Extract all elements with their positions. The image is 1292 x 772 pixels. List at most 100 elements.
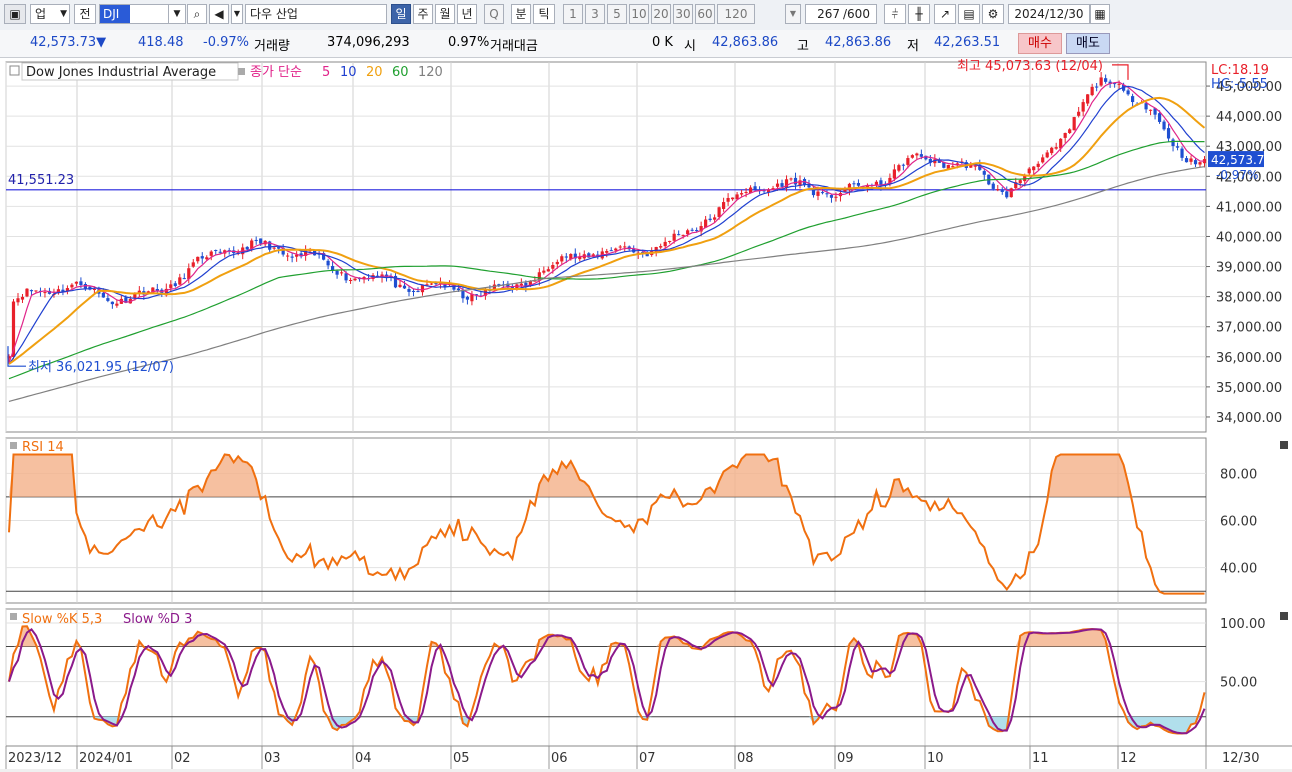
chart-svg[interactable]: 2023/12 2024/01 02 03 04 05 06 07 08 09 10 11 12 12/3… <box>0 58 1292 769</box>
candle-body <box>200 256 204 259</box>
price-y-tick-label: 35,000.00 <box>1216 381 1282 396</box>
candle-body <box>1162 121 1166 130</box>
candle-body <box>1126 90 1130 95</box>
minute-5[interactable]: 5 <box>607 4 627 24</box>
candle-body <box>1148 109 1153 111</box>
symbol-code-input[interactable] <box>99 4 169 24</box>
candle-body <box>429 283 434 285</box>
candle-body <box>587 253 591 258</box>
tab-quarter[interactable]: Q <box>484 4 504 24</box>
calendar-icon[interactable]: ▦ <box>1090 4 1110 24</box>
candle-body <box>793 177 798 185</box>
candle-body <box>996 189 1000 191</box>
tab-minute[interactable]: 분 <box>511 4 531 24</box>
x-tick-label: 08 <box>737 751 754 766</box>
open-label: 시 <box>684 39 696 54</box>
minute-1[interactable]: 1 <box>563 4 583 24</box>
candle-body <box>852 183 856 185</box>
minute-120[interactable]: 120 <box>717 4 755 24</box>
high-value: 42,863.86 <box>825 35 892 50</box>
toolbar: ▣ 업▼ 전 ▼ ⌕ ◀ ▼ 다우 산업 일 주 월 년 Q 분 틱 1 3 5… <box>0 0 1292 31</box>
candle-body <box>259 238 263 244</box>
candle-body <box>744 191 748 193</box>
minute-3[interactable]: 3 <box>585 4 605 24</box>
chart-window-icon[interactable]: ▣ <box>4 4 26 24</box>
search-icon[interactable]: ⌕ <box>187 4 207 24</box>
speaker-dropdown-icon[interactable]: ▼ <box>231 4 243 24</box>
stoch-legend-bullet-icon <box>10 613 17 620</box>
candle-body <box>178 277 182 285</box>
tab-yearly[interactable]: 년 <box>457 4 477 24</box>
candle-body <box>753 186 757 190</box>
chart-area[interactable]: 2023/12 2024/01 02 03 04 05 06 07 08 09 10 11 12 12/3… <box>0 58 1292 769</box>
tab-tick[interactable]: 틱 <box>533 4 555 24</box>
save-icon[interactable]: ▤ <box>958 4 980 24</box>
candle-body <box>420 285 425 293</box>
x-tick-label: 12/30 <box>1222 751 1259 766</box>
minute-10[interactable]: 10 <box>629 4 649 24</box>
count-input[interactable]: 267 <box>805 4 843 24</box>
candle-body <box>730 197 735 200</box>
candle-body <box>218 251 222 253</box>
high-label: 고 <box>797 39 809 54</box>
x-tick-label: 06 <box>551 751 568 766</box>
minute-30[interactable]: 30 <box>673 4 693 24</box>
count-total: /600 <box>843 4 877 24</box>
x-tick-label: 12 <box>1120 751 1137 766</box>
last-price-label: 42,573.73 <box>1211 153 1272 167</box>
candle-body <box>901 164 905 166</box>
tab-weekly[interactable]: 주 <box>413 4 433 24</box>
minute-20[interactable]: 20 <box>651 4 671 24</box>
legend-bullet-icon <box>238 68 245 75</box>
market-label: 업 <box>35 7 47 21</box>
candle-body <box>1099 77 1103 86</box>
settings-gear-icon[interactable]: ⚙ <box>982 4 1004 24</box>
lc-label: LC:18.19 <box>1211 63 1269 78</box>
x-tick-label: 03 <box>264 751 281 766</box>
legend-toggle-icon <box>9 65 20 76</box>
candle-body <box>892 169 896 179</box>
minute-60[interactable]: 60 <box>695 4 715 24</box>
speaker-icon[interactable]: ◀ <box>209 4 229 24</box>
date-input[interactable]: 2024/12/30 <box>1008 4 1090 24</box>
draw-tool-icon[interactable]: ↗ <box>934 4 956 24</box>
candle-body <box>713 217 717 220</box>
candle-body <box>906 158 910 165</box>
buy-button[interactable]: 매수 <box>1018 33 1062 54</box>
candle-body <box>677 234 681 236</box>
symbol-code-field[interactable] <box>100 5 130 23</box>
price-y-tick-label: 36,000.00 <box>1216 351 1282 366</box>
candle-body <box>946 164 950 169</box>
count-dropdown-icon[interactable]: ▼ <box>785 4 801 24</box>
ma-indicator-label: 종가 단순 <box>250 65 302 80</box>
period-button[interactable]: 전 <box>74 4 96 24</box>
price-y-tick-label: 44,000.00 <box>1216 110 1282 125</box>
ma-period-label-120: 120 <box>418 65 443 80</box>
candle-body <box>25 288 29 297</box>
price-panel-frame <box>5 61 1207 433</box>
low-value: 42,263.51 <box>934 35 1001 50</box>
bar-type-icon[interactable]: ╫ <box>908 4 930 24</box>
candle-body <box>115 303 119 306</box>
amount-value: 0 K <box>652 35 673 50</box>
candle-icon[interactable]: ⫩ <box>884 4 906 24</box>
candle-body <box>1090 86 1094 96</box>
candle-body <box>546 269 550 272</box>
sell-button[interactable]: 매도 <box>1066 33 1110 54</box>
change-value: 418.48 <box>138 35 184 50</box>
tab-monthly[interactable]: 월 <box>435 4 455 24</box>
tab-daily[interactable]: 일 <box>391 4 411 24</box>
amount-percent: 0.97% <box>448 35 490 50</box>
rsi-y-tick-label: 60.00 <box>1220 515 1257 530</box>
candle-body <box>196 256 200 262</box>
x-tick-label: 05 <box>453 751 470 766</box>
candle-body <box>191 262 195 267</box>
quote-bar: 42,573.73▼ 418.48 -0.97% 거래량 374,096,293… <box>0 30 1292 58</box>
candle-body <box>915 153 919 156</box>
candle-body <box>681 234 685 236</box>
x-tick-label: 09 <box>837 751 854 766</box>
symbol-dropdown-icon[interactable]: ▼ <box>168 4 186 24</box>
market-select[interactable]: 업 ▼ <box>30 4 70 24</box>
candle-body <box>1050 147 1054 154</box>
candle-body <box>1184 158 1189 163</box>
